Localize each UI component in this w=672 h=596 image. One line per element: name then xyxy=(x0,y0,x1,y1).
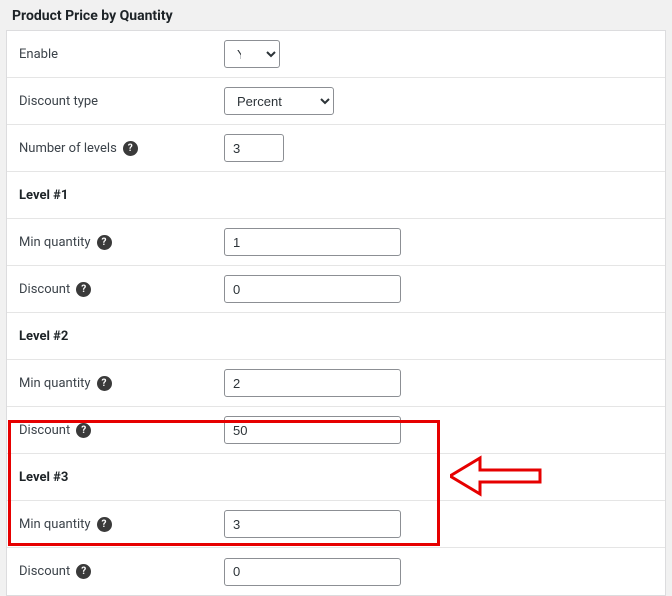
enable-select[interactable]: Yes xyxy=(224,40,280,68)
l1-min-qty-input[interactable] xyxy=(224,228,401,256)
row-enable: Enable Yes xyxy=(7,31,665,78)
discount-type-select[interactable]: Percent xyxy=(224,87,334,115)
row-l3-min-qty: Min quantity ? xyxy=(7,501,665,548)
level-1-header: Level #1 xyxy=(7,172,665,219)
row-l1-min-qty: Min quantity ? xyxy=(7,219,665,266)
help-icon[interactable]: ? xyxy=(97,235,112,250)
level-2-header: Level #2 xyxy=(7,313,665,360)
help-icon[interactable]: ? xyxy=(76,423,91,438)
help-icon[interactable]: ? xyxy=(97,517,112,532)
row-discount-type: Discount type Percent xyxy=(7,78,665,125)
settings-panel: Enable Yes Discount type Percent Number … xyxy=(6,30,666,596)
label-l3-discount: Discount ? xyxy=(19,564,224,579)
page-title: Product Price by Quantity xyxy=(0,0,672,30)
help-icon[interactable]: ? xyxy=(123,141,138,156)
row-l3-discount: Discount ? xyxy=(7,548,665,595)
row-l2-discount: Discount ? xyxy=(7,407,665,454)
label-l2-min-qty: Min quantity ? xyxy=(19,376,224,391)
label-l3-min-qty: Min quantity ? xyxy=(19,517,224,532)
level-3-title: Level #3 xyxy=(19,470,224,485)
help-icon[interactable]: ? xyxy=(97,376,112,391)
l1-discount-input[interactable] xyxy=(224,275,401,303)
l3-min-qty-input[interactable] xyxy=(224,510,401,538)
label-l2-discount: Discount ? xyxy=(19,423,224,438)
row-num-levels: Number of levels ? xyxy=(7,125,665,172)
l2-min-qty-input[interactable] xyxy=(224,369,401,397)
label-num-levels: Number of levels ? xyxy=(19,141,224,156)
help-icon[interactable]: ? xyxy=(76,564,91,579)
label-l1-min-qty: Min quantity ? xyxy=(19,235,224,250)
row-l2-min-qty: Min quantity ? xyxy=(7,360,665,407)
label-l1-discount: Discount ? xyxy=(19,282,224,297)
row-l1-discount: Discount ? xyxy=(7,266,665,313)
num-levels-input[interactable] xyxy=(224,134,284,162)
help-icon[interactable]: ? xyxy=(76,282,91,297)
label-enable: Enable xyxy=(19,47,224,62)
l3-discount-input[interactable] xyxy=(224,558,401,586)
label-discount-type: Discount type xyxy=(19,94,224,109)
level-1-title: Level #1 xyxy=(19,188,224,203)
l2-discount-input[interactable] xyxy=(224,416,401,444)
level-3-header: Level #3 xyxy=(7,454,665,501)
level-2-title: Level #2 xyxy=(19,329,224,344)
